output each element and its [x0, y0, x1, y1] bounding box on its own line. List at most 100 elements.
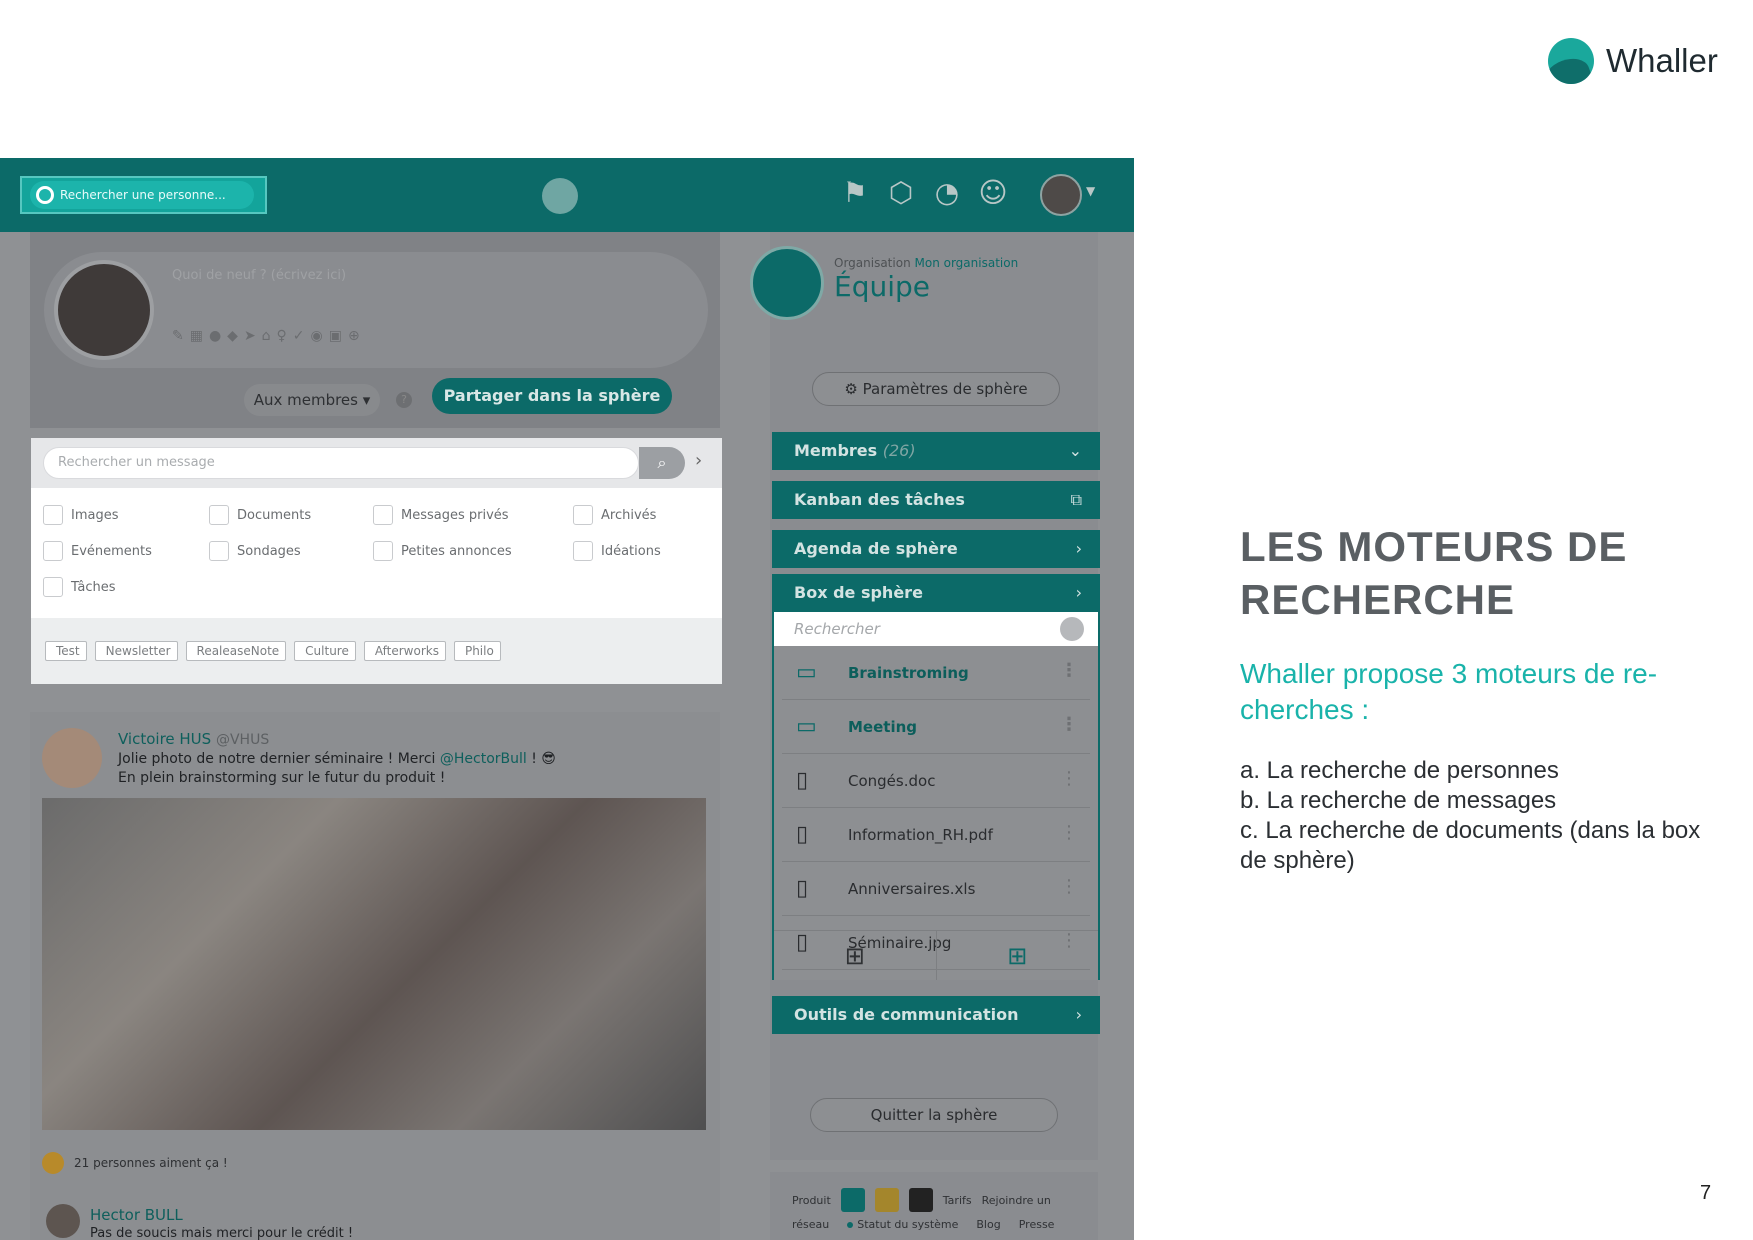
- person-search-input[interactable]: Rechercher une personne...: [30, 181, 254, 209]
- search-icon[interactable]: [1060, 617, 1084, 641]
- add-file-icon[interactable]: ⊞: [774, 930, 936, 980]
- filter-polls[interactable]: Sondages: [209, 540, 373, 562]
- agenda-panel[interactable]: Agenda de sphère ›: [772, 530, 1100, 568]
- filter-classifieds[interactable]: Petites annonces: [373, 540, 573, 562]
- file-actions: ⊞ ⊞: [774, 930, 1098, 980]
- filter-archived[interactable]: Archivés: [573, 504, 703, 526]
- filter-documents[interactable]: Documents: [209, 504, 373, 526]
- product-cube-icon[interactable]: [874, 1188, 899, 1212]
- list-item[interactable]: ▯ Information_RH.pdf ⋮: [782, 808, 1090, 862]
- filter-ideations[interactable]: Idéations: [573, 540, 703, 562]
- list-item[interactable]: ▯ Congés.doc ⋮: [782, 754, 1090, 808]
- filter-images[interactable]: Images: [43, 504, 209, 526]
- tag[interactable]: Newsletter: [94, 641, 178, 661]
- checkbox[interactable]: [573, 505, 593, 525]
- home-logo-icon[interactable]: [542, 178, 578, 214]
- checkbox[interactable]: [209, 541, 229, 561]
- file-name: Information_RH.pdf: [848, 825, 993, 844]
- tag[interactable]: Afterworks: [363, 641, 446, 661]
- post-photo[interactable]: [42, 798, 706, 1130]
- product-cube-icon[interactable]: [908, 1188, 933, 1212]
- message-search-panel: Rechercher un message ⌕ › Images Documen…: [31, 438, 722, 684]
- avatar[interactable]: [42, 728, 102, 788]
- members-panel[interactable]: Membres (26) ⌄: [772, 432, 1100, 470]
- composer-tools-icon[interactable]: ✎▦●◆➤⌂♀✓◉▣⊕: [172, 328, 366, 344]
- footer-link[interactable]: Tarifs: [943, 1194, 972, 1207]
- help-icon[interactable]: ?: [396, 392, 412, 408]
- footer-link[interactable]: réseau: [792, 1218, 829, 1231]
- person-search-placeholder: Rechercher une personne...: [60, 188, 226, 202]
- add-contact-icon[interactable]: ☺: [976, 176, 1010, 210]
- checkbox[interactable]: [43, 541, 63, 561]
- reply-author[interactable]: Hector BULL: [90, 1206, 183, 1224]
- filter-tasks[interactable]: Tâches: [43, 576, 209, 598]
- avatar[interactable]: [1040, 174, 1082, 216]
- message-search-bar: Rechercher un message ⌕ ›: [31, 438, 722, 488]
- more-icon[interactable]: ⋮: [1060, 876, 1078, 897]
- tag[interactable]: Philo: [453, 641, 501, 661]
- checkbox[interactable]: [573, 541, 593, 561]
- document-search-input[interactable]: Rechercher: [772, 612, 1100, 646]
- more-icon[interactable]: ⋮: [1060, 660, 1078, 681]
- file-icon: ▯: [796, 875, 809, 901]
- more-icon[interactable]: ⋮: [1060, 714, 1078, 735]
- share-button[interactable]: Partager dans la sphère: [432, 378, 672, 414]
- communication-panel[interactable]: Outils de communication ›: [772, 996, 1100, 1034]
- add-folder-icon[interactable]: ⊞: [935, 930, 1098, 980]
- search-icon[interactable]: ⌕: [639, 447, 685, 479]
- checkbox[interactable]: [43, 577, 63, 597]
- message-search-input[interactable]: Rechercher un message: [43, 447, 639, 479]
- members-count: (26): [882, 441, 916, 460]
- checkbox[interactable]: [209, 505, 229, 525]
- list-item[interactable]: ▭ Brainstroming ⋮: [782, 646, 1090, 700]
- more-icon[interactable]: ⋮: [1060, 822, 1078, 843]
- chevron-down-icon[interactable]: ▼: [1086, 184, 1095, 198]
- composer-placeholder: Quoi de neuf ? (écrivez ici): [172, 268, 347, 283]
- footer-link[interactable]: Presse: [1019, 1218, 1055, 1231]
- more-icon[interactable]: ⋮: [1060, 768, 1078, 789]
- filter-private-messages[interactable]: Messages privés: [373, 504, 573, 526]
- document-search-placeholder: Rechercher: [794, 620, 880, 638]
- flag-icon[interactable]: ⚑: [838, 176, 872, 210]
- sphere-settings-button[interactable]: ⚙ Paramètres de sphère: [812, 372, 1060, 406]
- list-item[interactable]: ▭ Meeting ⋮: [782, 700, 1090, 754]
- footer-link[interactable]: Rejoindre un: [982, 1194, 1051, 1207]
- reply-text: Pas de soucis mais merci pour le crédit …: [90, 1226, 354, 1240]
- like-icon[interactable]: [42, 1152, 64, 1174]
- box-panel[interactable]: Box de sphère ›: [772, 574, 1100, 612]
- product-cube-icon[interactable]: [840, 1188, 865, 1212]
- post-author[interactable]: Victoire HUS @VHUS: [118, 730, 269, 748]
- footer-link[interactable]: Statut du système: [847, 1218, 958, 1231]
- chevron-right-icon: ›: [1075, 583, 1082, 602]
- tag[interactable]: Culture: [294, 641, 356, 661]
- audience-select[interactable]: Aux membres ▾: [244, 384, 380, 416]
- add-box-icon[interactable]: ⬡: [884, 176, 918, 210]
- filter-events[interactable]: Evénements: [43, 540, 209, 562]
- filter-label: Sondages: [237, 543, 301, 559]
- footer-link[interactable]: Blog: [976, 1218, 1000, 1231]
- tag-list: Test Newsletter RealeaseNote Culture Aft…: [31, 618, 722, 684]
- footer-link[interactable]: Produit: [792, 1194, 831, 1207]
- list-item[interactable]: ▯ Anniversaires.xls ⋮: [782, 862, 1090, 916]
- leave-sphere-button[interactable]: Quitter la sphère: [810, 1098, 1058, 1132]
- tag[interactable]: Test: [45, 641, 87, 661]
- person-search[interactable]: Rechercher une personne...: [20, 176, 267, 214]
- chevron-right-icon[interactable]: ›: [695, 450, 702, 471]
- tag[interactable]: RealeaseNote: [185, 641, 287, 661]
- add-sphere-icon[interactable]: ◔: [930, 176, 964, 210]
- author-name[interactable]: Victoire HUS: [118, 730, 211, 748]
- avatar[interactable]: [46, 1204, 80, 1238]
- checkbox[interactable]: [373, 505, 393, 525]
- kanban-panel[interactable]: Kanban des tâches ⧉: [772, 481, 1100, 519]
- slide-title: LES MOTEURS DE RECHERCHE: [1240, 523, 1628, 623]
- checkbox[interactable]: [43, 505, 63, 525]
- mention-link[interactable]: @HectorBull: [440, 751, 527, 767]
- folder-icon: ▭: [796, 659, 817, 685]
- post-text: Jolie photo de notre dernier séminaire !…: [118, 750, 698, 788]
- filter-grid: Images Documents Messages privés Archivé…: [43, 504, 703, 598]
- checkbox[interactable]: [373, 541, 393, 561]
- filter-label: Tâches: [71, 579, 116, 595]
- org-link[interactable]: Mon organisation: [915, 256, 1019, 270]
- status-dot-icon: [847, 1222, 854, 1228]
- likes-count[interactable]: 21 personnes aiment ça !: [74, 1156, 228, 1170]
